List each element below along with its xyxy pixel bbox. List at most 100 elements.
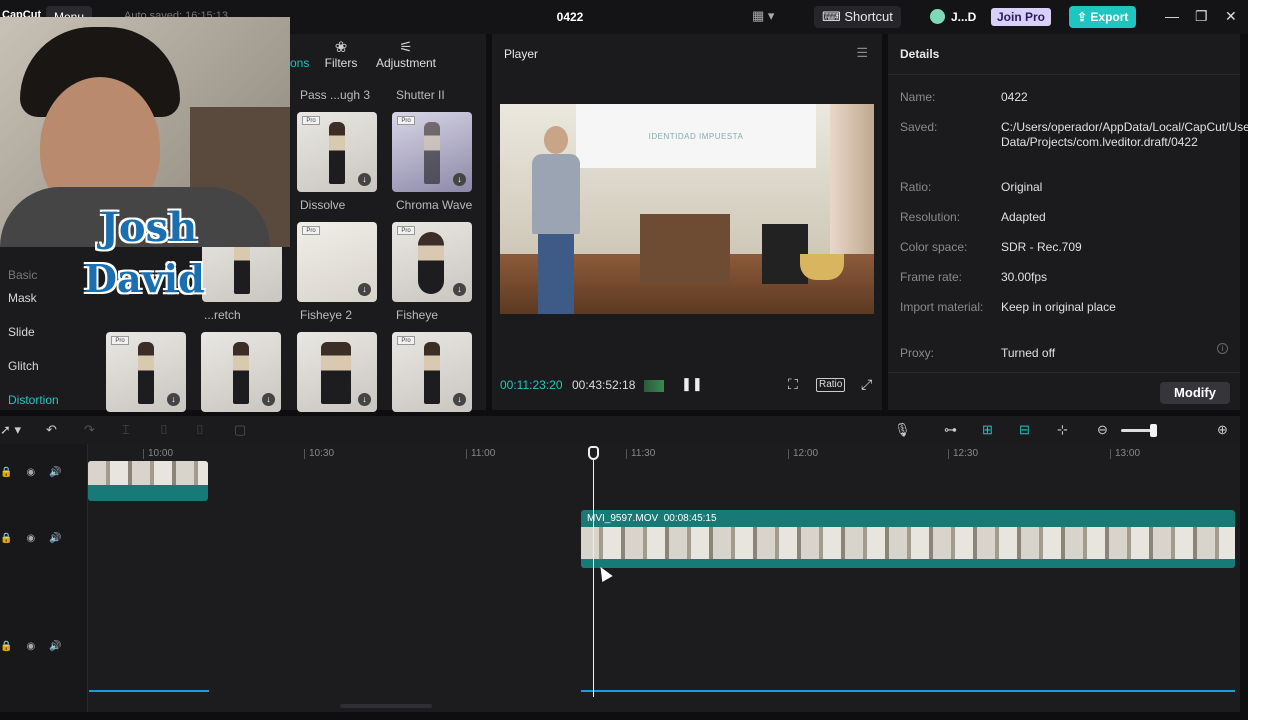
- track-controls: 🔒 ◉ 🔊: [0, 467, 62, 478]
- head: [544, 126, 568, 154]
- pro-badge: Pro: [397, 226, 415, 235]
- category-glitch[interactable]: Glitch: [0, 354, 96, 388]
- detail-label: Resolution:: [900, 210, 961, 224]
- download-icon[interactable]: ↓: [358, 393, 371, 406]
- detail-value: 30.00fps: [1001, 270, 1048, 284]
- preview-axis-icon[interactable]: ⊹: [1057, 422, 1068, 438]
- join-pro-button[interactable]: Join Pro: [991, 8, 1052, 26]
- download-icon[interactable]: ↓: [167, 393, 180, 406]
- export-button[interactable]: ⇪ Export: [1069, 6, 1137, 28]
- eye-icon[interactable]: ◉: [26, 533, 35, 544]
- effect-thumbnail[interactable]: ↓: [201, 332, 281, 412]
- zoom-out-icon[interactable]: ⊖: [1097, 422, 1108, 438]
- download-icon[interactable]: ↓: [262, 393, 275, 406]
- horizontal-scrollbar[interactable]: [340, 704, 432, 708]
- time-ruler[interactable]: 10:00 10:30 11:00 11:30 12:00 12:30 13:0…: [88, 444, 1240, 462]
- audio-icon[interactable]: 🔊: [49, 467, 61, 478]
- model-figure: [321, 342, 351, 404]
- project-title: 0422: [556, 10, 584, 24]
- adjustment-icon: ⚟: [399, 39, 413, 56]
- playhead-handle[interactable]: [588, 446, 599, 460]
- minimize-icon[interactable]: —: [1165, 8, 1179, 24]
- user-name[interactable]: J...D: [951, 10, 976, 24]
- effect-thumbnail[interactable]: Pro ↓: [392, 332, 472, 412]
- microphone-icon[interactable]: 🎙: [894, 422, 911, 438]
- detail-row-resolution: Resolution: Adapted: [900, 210, 1230, 224]
- shortcut-button[interactable]: ⌨ Shortcut: [814, 6, 901, 28]
- detail-row-frame-rate: Frame rate: 30.00fps: [900, 270, 1230, 284]
- audio-track-line[interactable]: [89, 690, 209, 692]
- zoom-slider-handle[interactable]: [1150, 424, 1157, 437]
- download-icon[interactable]: ↓: [358, 173, 371, 186]
- audio-track-line[interactable]: [581, 690, 1235, 692]
- clip-filmstrip: [581, 527, 1235, 559]
- fullscreen-icon[interactable]: ⤢: [861, 376, 872, 393]
- eye-icon[interactable]: ◉: [26, 641, 35, 652]
- ruler-tick: 10:00: [143, 449, 173, 459]
- restore-icon[interactable]: ❐: [1195, 8, 1208, 25]
- eye-icon[interactable]: ◉: [26, 467, 35, 478]
- download-icon[interactable]: ↓: [453, 283, 466, 296]
- video-preview[interactable]: IDENTIDAD IMPUESTA: [500, 104, 874, 314]
- tab-adjustment[interactable]: ⚟ Adjustment: [370, 34, 442, 74]
- select-tool-icon[interactable]: ➚ ▾: [0, 422, 21, 438]
- audio-icon[interactable]: 🔊: [49, 641, 61, 652]
- avatar[interactable]: [930, 9, 945, 24]
- pro-badge: Pro: [397, 116, 415, 125]
- menu-icon[interactable]: ☰: [856, 45, 868, 61]
- detail-row-import-material: Import material: Keep in original place: [900, 300, 1230, 314]
- modify-button[interactable]: Modify: [1160, 382, 1230, 404]
- zoom-in-icon[interactable]: ⊕: [1217, 422, 1228, 438]
- fit-icon[interactable]: ⛶: [788, 376, 798, 393]
- download-icon[interactable]: ↓: [453, 173, 466, 186]
- shortcut-label: Shortcut: [844, 9, 893, 24]
- lock-icon[interactable]: 🔒: [0, 641, 12, 652]
- auto-snap-icon[interactable]: ⊟: [1019, 422, 1030, 438]
- model-figure: [418, 232, 444, 294]
- detail-label: Frame rate:: [900, 270, 963, 284]
- ratio-button[interactable]: Ratio: [816, 378, 846, 392]
- effect-thumbnail[interactable]: Pro ↓: [392, 222, 472, 302]
- lock-icon[interactable]: 🔒: [0, 467, 12, 478]
- audio-level-meter: [644, 380, 664, 392]
- detail-row-saved: Saved: C:/Users/operador/AppData/Local/Ca…: [900, 120, 1254, 149]
- info-icon[interactable]: i: [1217, 343, 1228, 354]
- effect-thumbnail[interactable]: Pro ↓: [106, 332, 186, 412]
- detail-row-proxy: Proxy: Turned off: [900, 346, 1230, 360]
- split-left-icon: ⌷: [160, 422, 168, 437]
- effect-thumbnail[interactable]: ↓: [297, 332, 377, 412]
- download-icon[interactable]: ↓: [358, 283, 371, 296]
- tab-label: Filters: [324, 56, 358, 70]
- details-panel: Details Name: 0422 Saved: C:/Users/operado…: [888, 34, 1254, 410]
- clip-duration: 00:08:45:15: [663, 513, 717, 524]
- model-figure: [138, 342, 154, 404]
- watermark-line2: David: [84, 256, 205, 301]
- close-icon[interactable]: ✕: [1225, 8, 1237, 25]
- detail-value: Turned off: [1001, 346, 1056, 360]
- download-icon[interactable]: ↓: [453, 393, 466, 406]
- clip-filmstrip: [88, 461, 208, 485]
- pause-icon[interactable]: ❚❚: [681, 376, 703, 392]
- total-time: 00:43:52:18: [572, 378, 636, 392]
- playhead[interactable]: [593, 447, 594, 697]
- video-clip-main[interactable]: MVI_9597.MOV 00:08:45:15: [581, 510, 1235, 568]
- effect-thumbnail[interactable]: Pro ↓: [297, 112, 377, 192]
- basket: [800, 254, 844, 280]
- undo-icon[interactable]: ↶: [46, 422, 57, 438]
- pro-badge: Pro: [302, 116, 320, 125]
- shirt: [532, 154, 580, 234]
- tab-filters[interactable]: ❀ Filters: [312, 34, 370, 74]
- layout-icon[interactable]: ▦ ▾: [752, 8, 782, 26]
- effect-thumbnail[interactable]: Pro ↓: [297, 222, 377, 302]
- tab-transitions[interactable]: ons: [290, 34, 312, 74]
- effect-thumbnail[interactable]: Pro ↓: [392, 112, 472, 192]
- thumb-label: Dissolve: [300, 198, 346, 212]
- filters-icon: ❀: [334, 39, 348, 56]
- video-clip[interactable]: [88, 461, 208, 501]
- lock-icon[interactable]: 🔒: [0, 533, 12, 544]
- link-icon[interactable]: ⊶: [944, 422, 957, 438]
- clip-filename: MVI_9597.MOV: [587, 513, 659, 524]
- detail-row-name: Name: 0422: [900, 90, 1230, 104]
- audio-icon[interactable]: 🔊: [49, 533, 61, 544]
- magnet-icon[interactable]: ⊞: [982, 422, 993, 438]
